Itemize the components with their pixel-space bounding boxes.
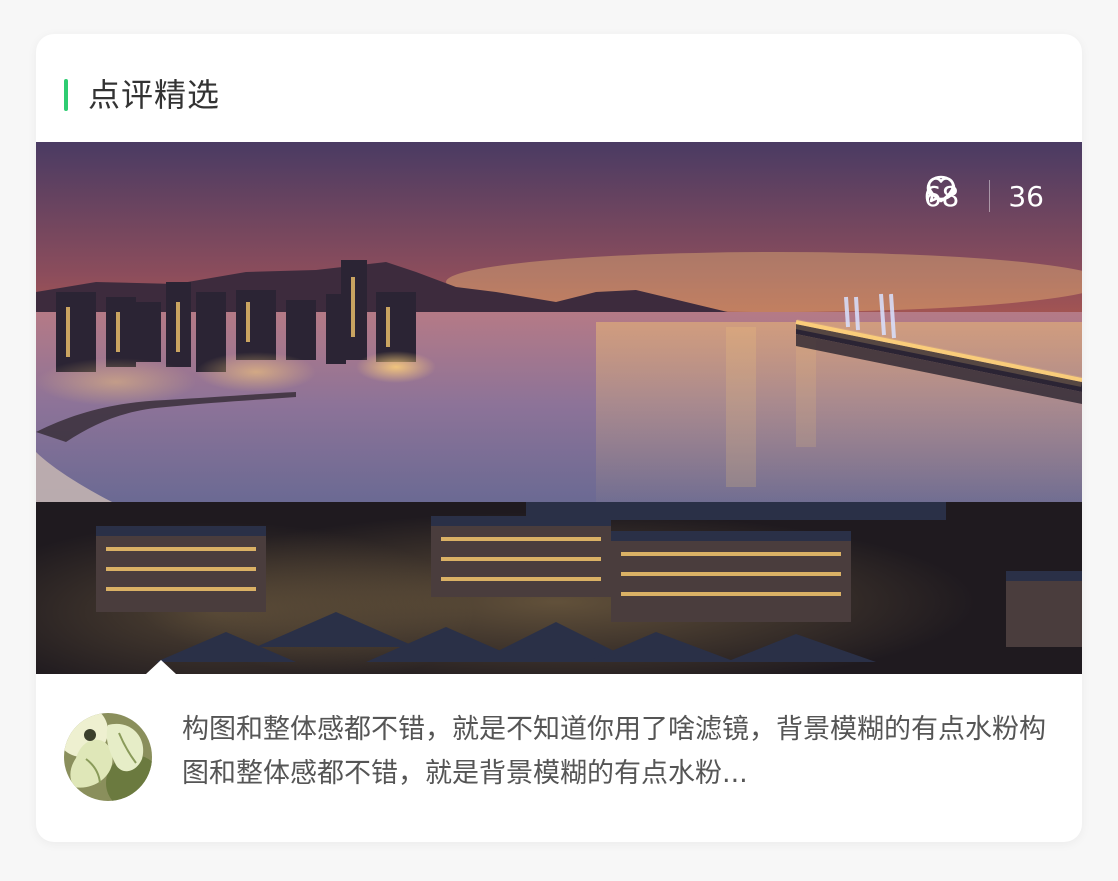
likes-count: 36 (1008, 179, 1044, 213)
featured-photo[interactable]: 68 36 (36, 142, 1082, 674)
city-bay-night-photo (36, 142, 1082, 674)
section-header: 点评精选 (36, 34, 1082, 142)
review-text: 构图和整体感都不错，就是不知道你用了啥滤镜，背景模糊的有点水粉构图和整体感都不错… (182, 714, 1046, 789)
section-title: 点评精选 (88, 76, 221, 114)
leaf-avatar[interactable] (64, 713, 152, 801)
likes-stat[interactable]: 36 (927, 177, 1056, 213)
post-stats: 68 36 (924, 172, 1056, 220)
review-card[interactable]: 点评精选 68 36 构图和整体感都不错，就是不知道你用了啥滤镜，背景模糊的有点… (36, 34, 1082, 842)
review-footer: 构图和整体感都不错，就是不知道你用了啥滤镜，背景模糊的有点水粉构图和整体感都不错… (36, 674, 1082, 842)
accent-bar (64, 79, 68, 111)
stats-divider (989, 180, 991, 212)
